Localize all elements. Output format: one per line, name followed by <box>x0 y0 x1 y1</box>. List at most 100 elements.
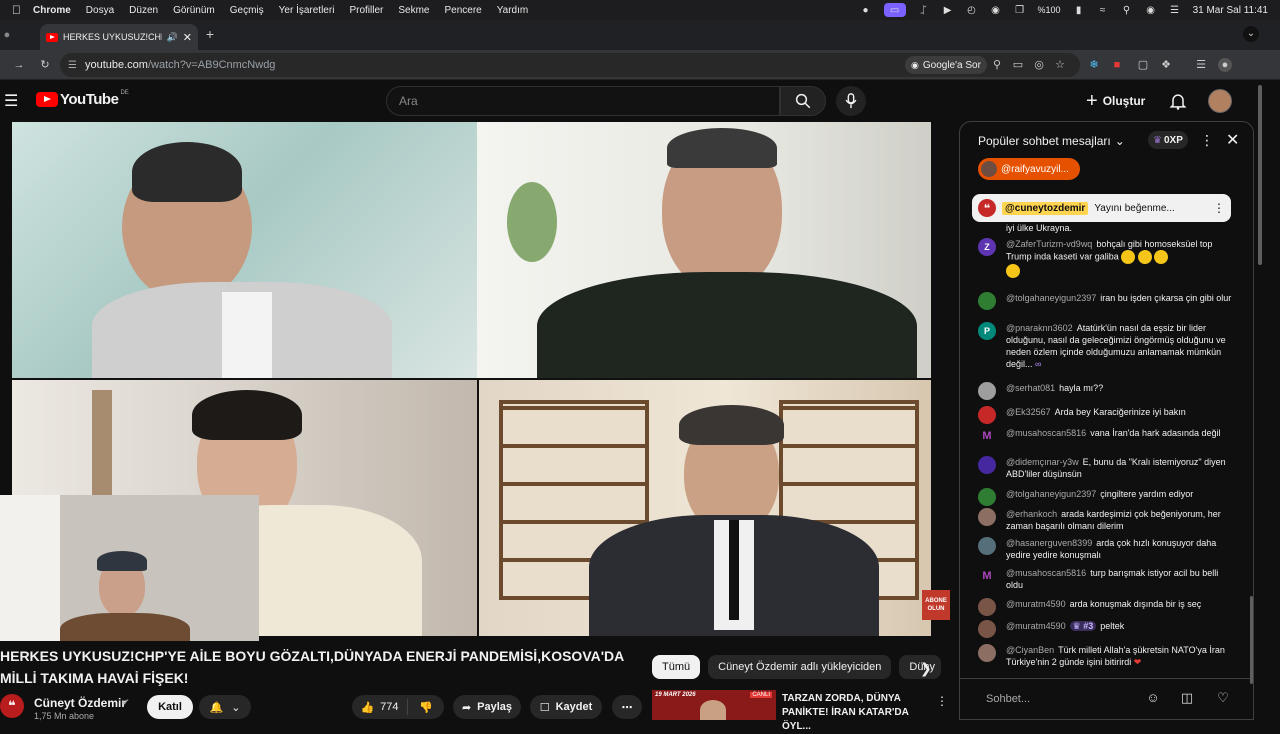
user-avatar[interactable]: Z <box>978 238 996 256</box>
menu-item-edit[interactable]: Düzen <box>129 5 158 16</box>
user-avatar[interactable] <box>978 620 996 638</box>
message-author[interactable]: @muratm4590 <box>1006 621 1066 631</box>
menu-item-window[interactable]: Pencere <box>444 5 481 16</box>
notifications-bell-icon[interactable] <box>1168 91 1188 111</box>
chat-input[interactable]: Sohbet... <box>972 686 1242 712</box>
like-button[interactable]: 👍 774 <box>352 699 408 715</box>
extensions-puzzle-icon[interactable]: ❖ <box>1159 58 1173 72</box>
chevron-right-icon[interactable]: ❯ <box>920 660 932 677</box>
message-author[interactable]: @hasanerguven8399 <box>1006 538 1092 548</box>
related-video-item[interactable]: 19 MART 2026 CANLI TARZAN ZORDA, DÜNYA P… <box>652 690 948 732</box>
share-button[interactable]: ➦ Paylaş <box>453 695 521 719</box>
xp-badge[interactable]: ♛ 0XP <box>1148 131 1188 149</box>
menu-item-file[interactable]: Dosya <box>86 5 114 16</box>
dislike-button[interactable]: 👎 <box>408 701 444 714</box>
play-icon[interactable]: ▶ <box>942 4 954 16</box>
super-chat-ticker[interactable]: @raifyavuzyil... <box>978 158 1080 180</box>
window-controls-icon[interactable]: ● <box>0 28 14 42</box>
user-avatar[interactable] <box>978 508 996 526</box>
extension-tp-icon[interactable]: ■ <box>1110 58 1124 72</box>
chat-scrollbar[interactable] <box>1250 596 1253 684</box>
emoji-picker-icon[interactable]: ☺ <box>1144 690 1162 708</box>
menu-item-view[interactable]: Görünüm <box>173 5 215 16</box>
user-avatar[interactable] <box>978 598 996 616</box>
more-actions-button[interactable]: ⋯ <box>612 695 642 719</box>
search-button[interactable] <box>780 86 826 116</box>
chat-more-icon[interactable]: ⋮ <box>1200 132 1214 149</box>
user-avatar[interactable]: P <box>978 322 996 340</box>
message-author[interactable]: @musahoscan5816 <box>1006 428 1086 438</box>
user-icon[interactable]: ◉ <box>990 4 1002 16</box>
user-avatar[interactable] <box>978 382 996 400</box>
message-author[interactable]: @didemçınar-y3w <box>1006 457 1079 467</box>
chat-mode-dropdown[interactable]: Popüler sohbet mesajları ⌄ <box>978 134 1125 148</box>
user-avatar[interactable]: M <box>978 427 996 445</box>
hamburger-menu-icon[interactable]: ☰ <box>4 91 18 111</box>
new-tab-icon[interactable]: + <box>203 27 217 41</box>
bluetooth-icon[interactable]: ᛢ <box>918 4 930 16</box>
account-avatar[interactable] <box>1208 89 1232 113</box>
eye-off-icon[interactable]: ◎ <box>1032 58 1046 72</box>
menu-item-bookmarks[interactable]: Yer İşaretleri <box>279 5 335 16</box>
menubar-clock[interactable]: 31 Mar Sal 11:41 <box>1193 5 1268 16</box>
menu-item-profiles[interactable]: Profiller <box>349 5 383 16</box>
close-tab-icon[interactable]: ✕ <box>183 31 192 44</box>
profile-icon[interactable]: ● <box>1218 58 1232 72</box>
control-center-icon[interactable]: ☰ <box>1169 4 1181 16</box>
heart-icon[interactable]: ♡ <box>1214 690 1232 708</box>
join-button[interactable]: Katıl <box>147 695 193 719</box>
apple-icon[interactable]:  <box>12 3 21 17</box>
extension-snowflake-icon[interactable]: ❄ <box>1087 58 1101 72</box>
battery-percent[interactable]: %100 <box>1038 5 1061 15</box>
channel-name[interactable]: Cüneyt Özdemir <box>34 696 126 710</box>
related-more-icon[interactable]: ⋮ <box>936 694 948 708</box>
menu-item-tab[interactable]: Sekme <box>398 5 429 16</box>
chat-message-list[interactable]: iyi ülke Ukrayna. Z @ZaferTurizm-vd9wq bo… <box>960 222 1253 672</box>
timer-icon[interactable]: ◴ <box>966 4 978 16</box>
create-button[interactable]: + Oluştur <box>1086 89 1145 113</box>
message-author[interactable]: @tolgahaneyigun2397 <box>1006 489 1096 499</box>
creative-cloud-icon[interactable]: ● <box>860 4 872 16</box>
subscription-bell-button[interactable]: 🔔 ⌄ <box>199 695 251 719</box>
tab-search-icon[interactable]: ⌄ <box>1243 26 1259 42</box>
pinned-more-icon[interactable]: ⋮ <box>1213 201 1225 215</box>
user-avatar[interactable] <box>978 292 996 310</box>
zoom-icon[interactable]: ⚲ <box>990 58 1004 72</box>
message-author[interactable]: @pnaraknn3602 <box>1006 323 1073 333</box>
chat-close-icon[interactable]: ✕ <box>1226 130 1239 150</box>
youtube-logo[interactable]: YouTube DE <box>36 90 129 108</box>
user-avatar[interactable] <box>978 644 996 662</box>
chip-uploader[interactable]: Cüneyt Özdemir adlı yükleyiciden <box>708 655 892 679</box>
webcam-overlay[interactable] <box>0 495 259 641</box>
subscribe-badge[interactable]: ABONE OLUN <box>922 590 950 620</box>
user-avatar[interactable]: M <box>978 567 996 585</box>
menu-app-name[interactable]: Chrome <box>33 5 71 16</box>
site-info-icon[interactable]: ☰ <box>68 60 77 71</box>
channel-avatar[interactable]: ❝ <box>0 694 24 718</box>
wifi-icon[interactable]: ≈ <box>1097 4 1109 16</box>
super-chat-icon[interactable]: ◫ <box>1178 690 1196 708</box>
message-author[interactable]: @tolgahaneyigun2397 <box>1006 293 1096 303</box>
cast-icon[interactable]: ▭ <box>1011 58 1025 72</box>
chip-all[interactable]: Tümü <box>652 655 701 679</box>
battery-icon[interactable]: ▮ <box>1073 4 1085 16</box>
message-author[interactable]: @muratm4590 <box>1006 599 1066 609</box>
search-input[interactable]: Ara <box>386 86 780 116</box>
related-thumbnail[interactable]: 19 MART 2026 CANLI <box>652 690 776 720</box>
bookmark-star-icon[interactable]: ☆ <box>1053 58 1067 72</box>
forward-icon[interactable]: → <box>12 58 26 72</box>
message-author[interactable]: @musahoscan5816 <box>1006 568 1086 578</box>
message-author[interactable]: @erhankoch <box>1006 509 1057 519</box>
user-avatar[interactable] <box>978 537 996 555</box>
page-scrollbar[interactable] <box>1258 85 1262 265</box>
user-avatar[interactable] <box>978 488 996 506</box>
spotlight-icon[interactable]: ⚲ <box>1121 4 1133 16</box>
audio-playing-icon[interactable]: 🔊 <box>167 32 178 43</box>
user-avatar[interactable] <box>978 406 996 424</box>
message-author[interactable]: @CiyanBen <box>1006 645 1054 655</box>
browser-tab-active[interactable]: HERKES UYKUSUZ!CHP'Y 🔊 ✕ <box>40 24 198 50</box>
menu-item-history[interactable]: Geçmiş <box>230 5 264 16</box>
ask-google-button[interactable]: ◉ Google'a Sor <box>905 56 987 74</box>
pinned-message[interactable]: ❝ @cuneytozdemir Yayını beğenme... ⋮ <box>972 194 1231 222</box>
menu-item-help[interactable]: Yardım <box>497 5 529 16</box>
